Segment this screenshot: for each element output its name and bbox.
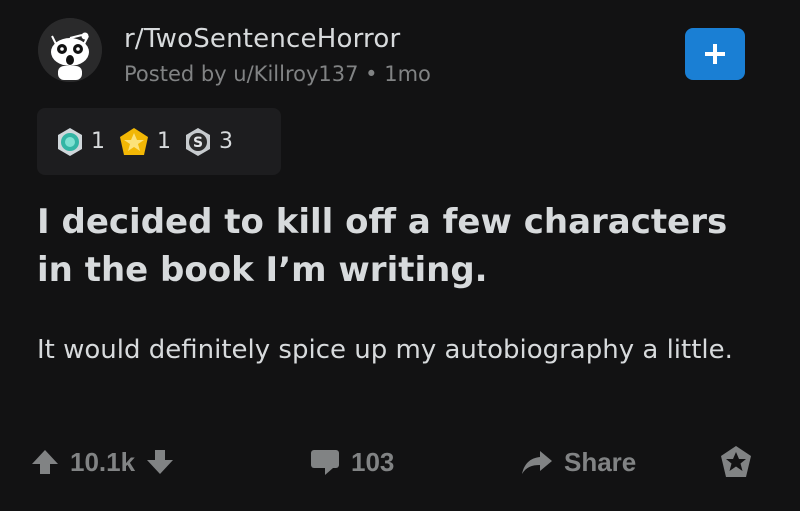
award-helpful: 1 [55, 127, 105, 157]
award-gold: 1 [117, 127, 171, 157]
upvote-count: 10.1k [70, 446, 136, 477]
upvote-arrow-icon[interactable] [30, 447, 60, 477]
silver-award-icon: S [186, 127, 210, 156]
post-body: It would definitely spice up my autobiog… [37, 335, 733, 365]
join-button[interactable] [685, 28, 745, 80]
award-count: 1 [157, 129, 171, 154]
award-silver: S 3 [183, 127, 233, 157]
svg-text:S: S [193, 135, 203, 151]
award-star-icon [721, 446, 751, 477]
plus-icon [705, 44, 725, 64]
comment-count: 103 [351, 446, 395, 477]
action-bar: 10.1k 103 Share [0, 436, 800, 488]
share-arrow-icon [522, 451, 552, 474]
downvote-arrow-icon[interactable] [145, 447, 175, 477]
subreddit-avatar[interactable] [38, 18, 102, 82]
share-button[interactable]: Share [520, 436, 636, 488]
vote-group: 10.1k [30, 436, 175, 488]
share-label: Share [564, 446, 637, 477]
comment-icon [311, 450, 339, 475]
awards-bar[interactable]: 1 1 S 3 [37, 108, 281, 175]
award-button[interactable] [718, 436, 754, 488]
post-title[interactable]: I decided to kill off a few characters i… [37, 198, 767, 294]
comments-button[interactable]: 103 [309, 436, 394, 488]
award-count: 3 [219, 129, 233, 154]
post-header: r/TwoSentenceHorror Posted by u/Killroy1… [38, 18, 748, 88]
helpful-award-icon [58, 127, 82, 156]
gold-award-icon [120, 127, 148, 155]
post-meta: Posted by u/Killroy137 • 1mo [124, 62, 431, 86]
subreddit-name[interactable]: r/TwoSentenceHorror [124, 24, 400, 54]
snoo-icon [38, 18, 102, 82]
award-count: 1 [91, 129, 105, 154]
